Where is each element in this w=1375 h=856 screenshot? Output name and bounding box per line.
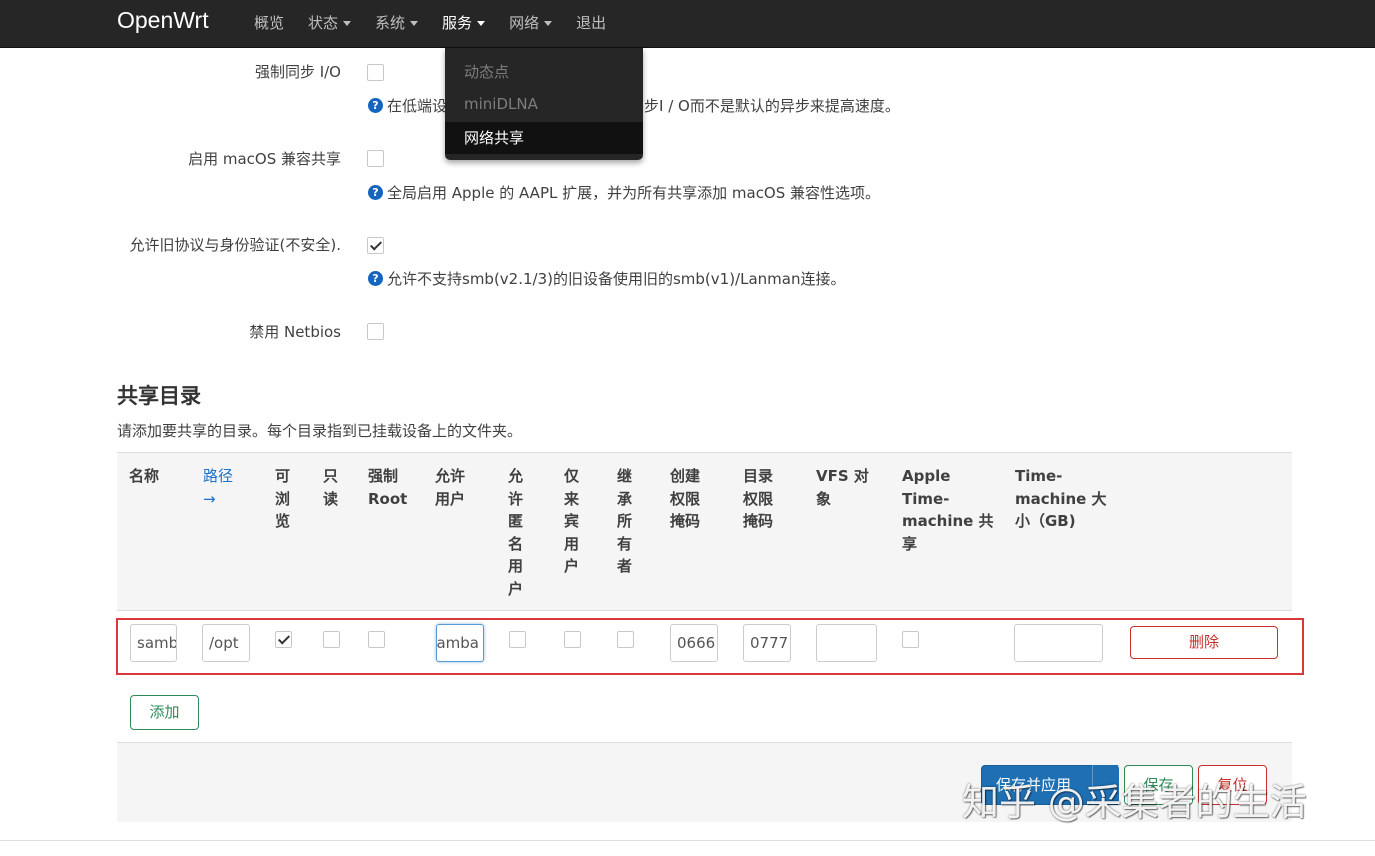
top-navbar: OpenWrt 概览 状态 系统 服务 网络 退出: [0, 0, 1375, 48]
section-title: 共享目录: [117, 384, 201, 408]
save-apply-dropdown-toggle[interactable]: [1092, 765, 1119, 805]
services-dropdown-menu: 动态点 miniDLNA 网络共享: [445, 48, 643, 160]
chevron-down-icon: [544, 21, 553, 26]
shares-table-header: 名称 路径 → 可浏览 只读 强制 Root 允许用户 允许匿名用户 仅来宾用户 …: [117, 453, 1292, 611]
col-path[interactable]: 路径 →: [203, 465, 243, 510]
share-name-input[interactable]: samba: [130, 624, 177, 662]
macos-label: 启用 macOS 兼容共享: [188, 150, 341, 168]
nav-services[interactable]: 服务: [442, 0, 486, 48]
inherit-owner-checkbox[interactable]: [617, 631, 634, 648]
chevron-down-icon: [410, 21, 419, 26]
guest-ok-checkbox[interactable]: [509, 631, 526, 648]
nav-network[interactable]: 网络: [509, 0, 553, 48]
create-mask-input[interactable]: 0666: [670, 624, 718, 662]
chevron-down-icon: [343, 21, 352, 26]
read-only-checkbox[interactable]: [323, 631, 340, 648]
col-guest-ok: 允许匿名用户: [508, 467, 524, 598]
col-timemachine: Apple Time-machine 共享: [902, 467, 994, 553]
col-browseable: 可浏览: [275, 467, 291, 530]
reset-button[interactable]: 复位: [1198, 765, 1267, 805]
col-guest-only: 仅来宾用户: [564, 467, 580, 575]
sync-io-checkbox[interactable]: [367, 64, 384, 81]
help-icon: ?: [368, 185, 383, 200]
shares-table: 名称 路径 → 可浏览 只读 强制 Root 允许用户 允许匿名用户 仅来宾用户 …: [117, 452, 1292, 742]
col-read-only: 只读: [323, 467, 339, 508]
macos-help: ? 全局启用 Apple 的 AAPL 扩展，并为所有共享添加 macOS 兼容性…: [368, 182, 880, 204]
nav-logout[interactable]: 退出: [576, 0, 606, 48]
nav-overview[interactable]: 概览: [254, 0, 284, 48]
add-button[interactable]: 添加: [130, 695, 199, 730]
col-create-mask: 创建权限掩码: [670, 467, 701, 530]
macos-checkbox[interactable]: [367, 150, 384, 167]
main-nav: 概览 状态 系统 服务 网络 退出: [254, 0, 630, 48]
timemachine-checkbox[interactable]: [902, 631, 919, 648]
nav-status[interactable]: 状态: [308, 0, 352, 48]
chevron-down-icon: [477, 21, 486, 26]
col-tm-size: Time-machine 大小（GB): [1015, 467, 1107, 530]
col-dir-mask: 目录权限掩码: [743, 467, 774, 530]
menu-item-minidlna[interactable]: miniDLNA: [445, 88, 643, 120]
sync-io-label: 强制同步 I/O: [254, 63, 341, 81]
brand-logo[interactable]: OpenWrt: [117, 7, 209, 34]
force-root-checkbox[interactable]: [368, 631, 385, 648]
menu-item-dynamic-point[interactable]: 动态点: [445, 56, 643, 88]
bottom-divider: [0, 840, 1375, 841]
netbios-checkbox[interactable]: [367, 323, 384, 340]
col-vfs: VFS 对象: [816, 467, 869, 508]
legacy-auth-help: ? 允许不支持smb(v2.1/3)的旧设备使用旧的smb(v1)/Lanman连…: [368, 268, 845, 290]
allowed-users-input[interactable]: samba: [436, 624, 484, 662]
col-allowed-users: 允许用户: [435, 467, 466, 508]
menu-item-network-share[interactable]: 网络共享: [445, 122, 643, 154]
guest-only-checkbox[interactable]: [564, 631, 581, 648]
help-icon: ?: [368, 271, 383, 286]
help-icon: ?: [368, 98, 383, 113]
dir-mask-input[interactable]: 0777: [743, 624, 791, 662]
vfs-input[interactable]: [816, 624, 877, 662]
netbios-label: 禁用 Netbios: [249, 323, 341, 341]
sort-arrow-icon: →: [203, 489, 216, 508]
tm-size-input[interactable]: [1014, 624, 1103, 662]
save-button[interactable]: 保存: [1124, 765, 1193, 805]
col-name: 名称: [129, 467, 160, 485]
share-path-input[interactable]: /opt: [202, 624, 250, 662]
legacy-auth-label: 允许旧协议与身份验证(不安全).: [129, 236, 341, 254]
col-inherit-owner: 继承所有者: [617, 467, 633, 575]
browseable-checkbox[interactable]: [275, 631, 292, 648]
legacy-auth-checkbox[interactable]: [367, 237, 384, 254]
col-force-root: 强制 Root: [368, 467, 408, 508]
delete-button[interactable]: 删除: [1130, 626, 1278, 659]
section-description: 请添加要共享的目录。每个目录指到已挂载设备上的文件夹。: [117, 422, 523, 440]
nav-system[interactable]: 系统: [375, 0, 419, 48]
